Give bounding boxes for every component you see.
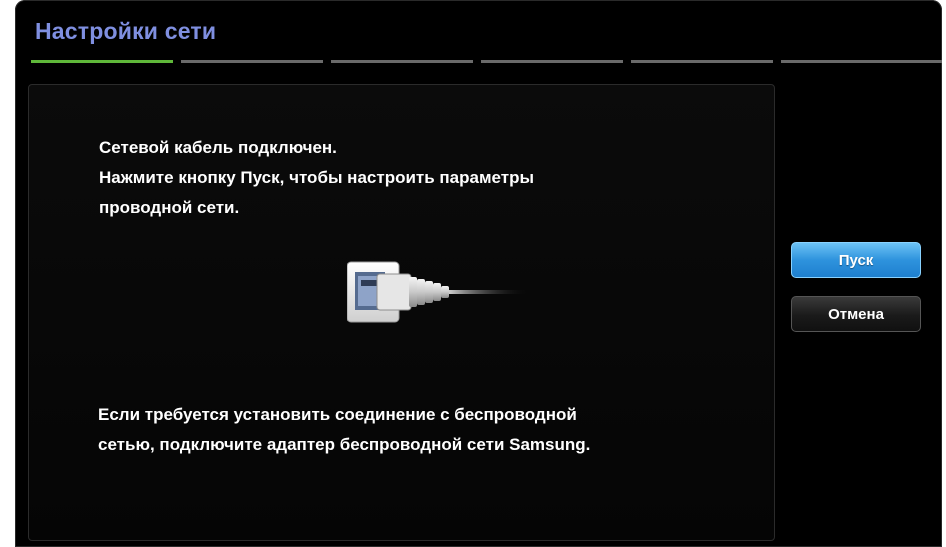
- step-indicator-5: [631, 60, 773, 63]
- step-indicator-6: [781, 60, 942, 63]
- content-panel: Сетевой кабель подключен. Нажмите кнопку…: [28, 84, 775, 541]
- message-line-3: проводной сети.: [99, 198, 240, 217]
- step-indicator-1: [31, 60, 173, 63]
- note-line-2: сетью, подключите адаптер беспроводной с…: [98, 435, 591, 454]
- ethernet-cable-plug-icon: [347, 261, 527, 323]
- step-indicator-4: [481, 60, 623, 63]
- wireless-adapter-note: Если требуется установить соединение с б…: [98, 400, 758, 460]
- step-progress-bar: [31, 60, 942, 64]
- dialog-title: Настройки сети: [35, 18, 217, 44]
- note-line-1: Если требуется установить соединение с б…: [98, 405, 577, 424]
- step-indicator-2: [181, 60, 323, 63]
- message-line-2: Нажмите кнопку Пуск, чтобы настроить пар…: [99, 168, 535, 187]
- cable-connected-message: Сетевой кабель подключен. Нажмите кнопку…: [99, 133, 719, 223]
- start-button[interactable]: Пуск: [791, 242, 921, 278]
- cancel-button[interactable]: Отмена: [791, 296, 921, 332]
- network-settings-dialog: Настройки сети Сетевой кабель подключен.…: [15, 0, 942, 547]
- step-indicator-3: [331, 60, 473, 63]
- message-line-1: Сетевой кабель подключен.: [99, 138, 337, 157]
